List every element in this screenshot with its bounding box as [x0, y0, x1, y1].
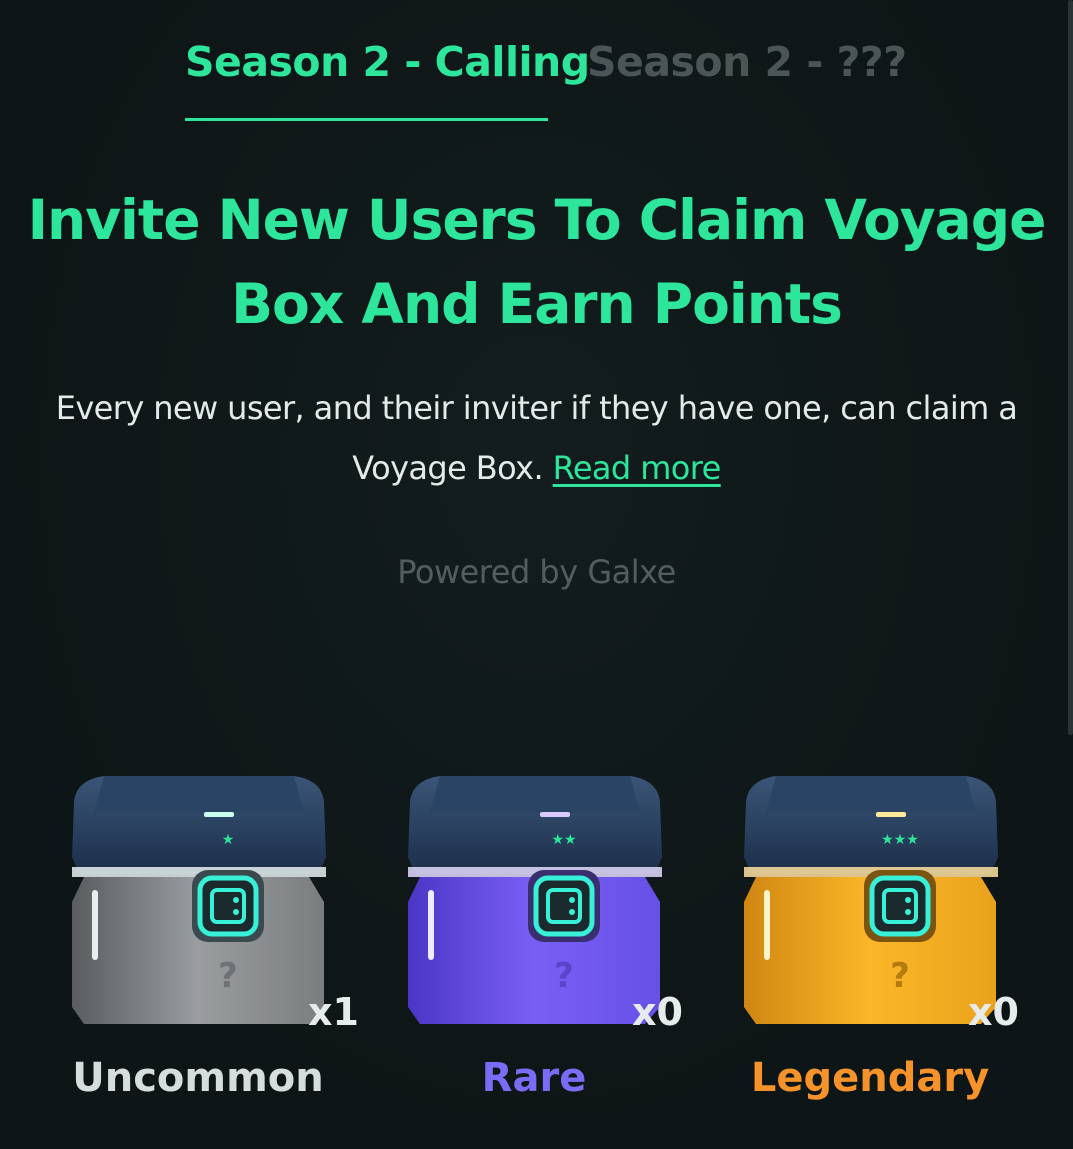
tier-label-legendary: Legendary — [750, 1055, 990, 1101]
box-uncommon[interactable]: ★ ? — [64, 762, 334, 1032]
box-count-legendary: x0 — [968, 990, 1019, 1034]
mystery-box-icon: ★★ ? — [408, 776, 662, 1024]
svg-text:?: ? — [218, 956, 238, 996]
description-text: Every new user, and their inviter if the… — [55, 389, 1018, 487]
svg-text:?: ? — [890, 956, 910, 996]
box-stars: ★★★ — [881, 832, 919, 848]
box-rare[interactable]: ★★ ? — [400, 762, 670, 1032]
box-legendary[interactable]: ★★★ ? — [736, 762, 1006, 1032]
svg-text:?: ? — [554, 956, 574, 996]
mystery-box-icon: ★★★ ? — [744, 776, 998, 1024]
season-tabs: Season 2 - Calling Season 2 - ??? — [0, 38, 1073, 128]
box-count-rare: x0 — [632, 990, 683, 1034]
mystery-box-icon: ★ ? — [72, 776, 326, 1024]
box-stars: ★ — [222, 832, 235, 848]
box-count-uncommon: x1 — [308, 990, 359, 1034]
active-tab-underline — [185, 118, 548, 121]
tier-label-rare: Rare — [481, 1055, 587, 1101]
description: Every new user, and their inviter if the… — [20, 378, 1053, 498]
tab-season-2-calling[interactable]: Season 2 - Calling — [185, 38, 590, 86]
tab-season-2-unknown[interactable]: Season 2 - ??? — [587, 38, 907, 86]
page-title: Invite New Users To Claim Voyage Box And… — [27, 188, 1047, 336]
page: Season 2 - Calling Season 2 - ??? Invite… — [0, 0, 1073, 1149]
tier-label-uncommon: Uncommon — [72, 1055, 324, 1101]
powered-by-text: Powered by Galxe — [397, 553, 676, 591]
box-stars: ★★ — [551, 832, 576, 848]
read-more-link[interactable]: Read more — [553, 449, 722, 487]
